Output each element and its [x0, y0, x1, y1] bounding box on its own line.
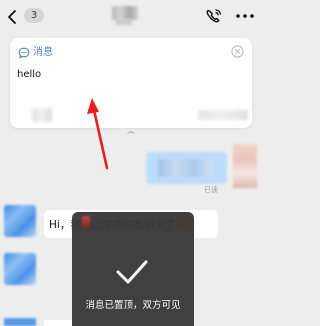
self-avatar[interactable]: [233, 144, 257, 188]
unread-count-badge[interactable]: 3: [24, 8, 44, 23]
close-circle-icon[interactable]: [231, 45, 244, 58]
outgoing-message-blurred: [158, 159, 212, 177]
pinned-label: 消息: [33, 47, 53, 58]
chevron-left-icon[interactable]: [6, 9, 20, 25]
pinned-collapse-handle[interactable]: [127, 131, 135, 135]
contact-status-blurred: [116, 19, 132, 25]
contact-avatar[interactable]: [4, 205, 36, 237]
phone-call-icon[interactable]: [205, 8, 223, 24]
contact-name-blurred: [112, 6, 138, 20]
pinned-message-card[interactable]: 消息 hello: [10, 38, 252, 128]
toast-message: 消息已置顶，双方可见: [85, 300, 181, 311]
contact-avatar[interactable]: [4, 318, 36, 326]
sticker-fragment: [82, 216, 90, 228]
pinned-meta-blurred: [198, 110, 248, 120]
checkmark-icon: [116, 260, 148, 284]
pinned-success-toast: 消息已置顶，双方可见: [72, 212, 194, 326]
chat-header: 3: [0, 0, 262, 34]
contact-avatar[interactable]: [4, 253, 36, 285]
chat-bubble-icon: [18, 47, 30, 59]
pinned-message-text: hello: [17, 69, 42, 80]
read-status: 已读: [204, 186, 218, 194]
more-dots-icon[interactable]: [236, 14, 254, 18]
pinned-sender-blurred: [32, 108, 52, 122]
red-arrow-annotation: [87, 98, 109, 170]
incoming-message-bubble[interactable]: [44, 320, 74, 326]
